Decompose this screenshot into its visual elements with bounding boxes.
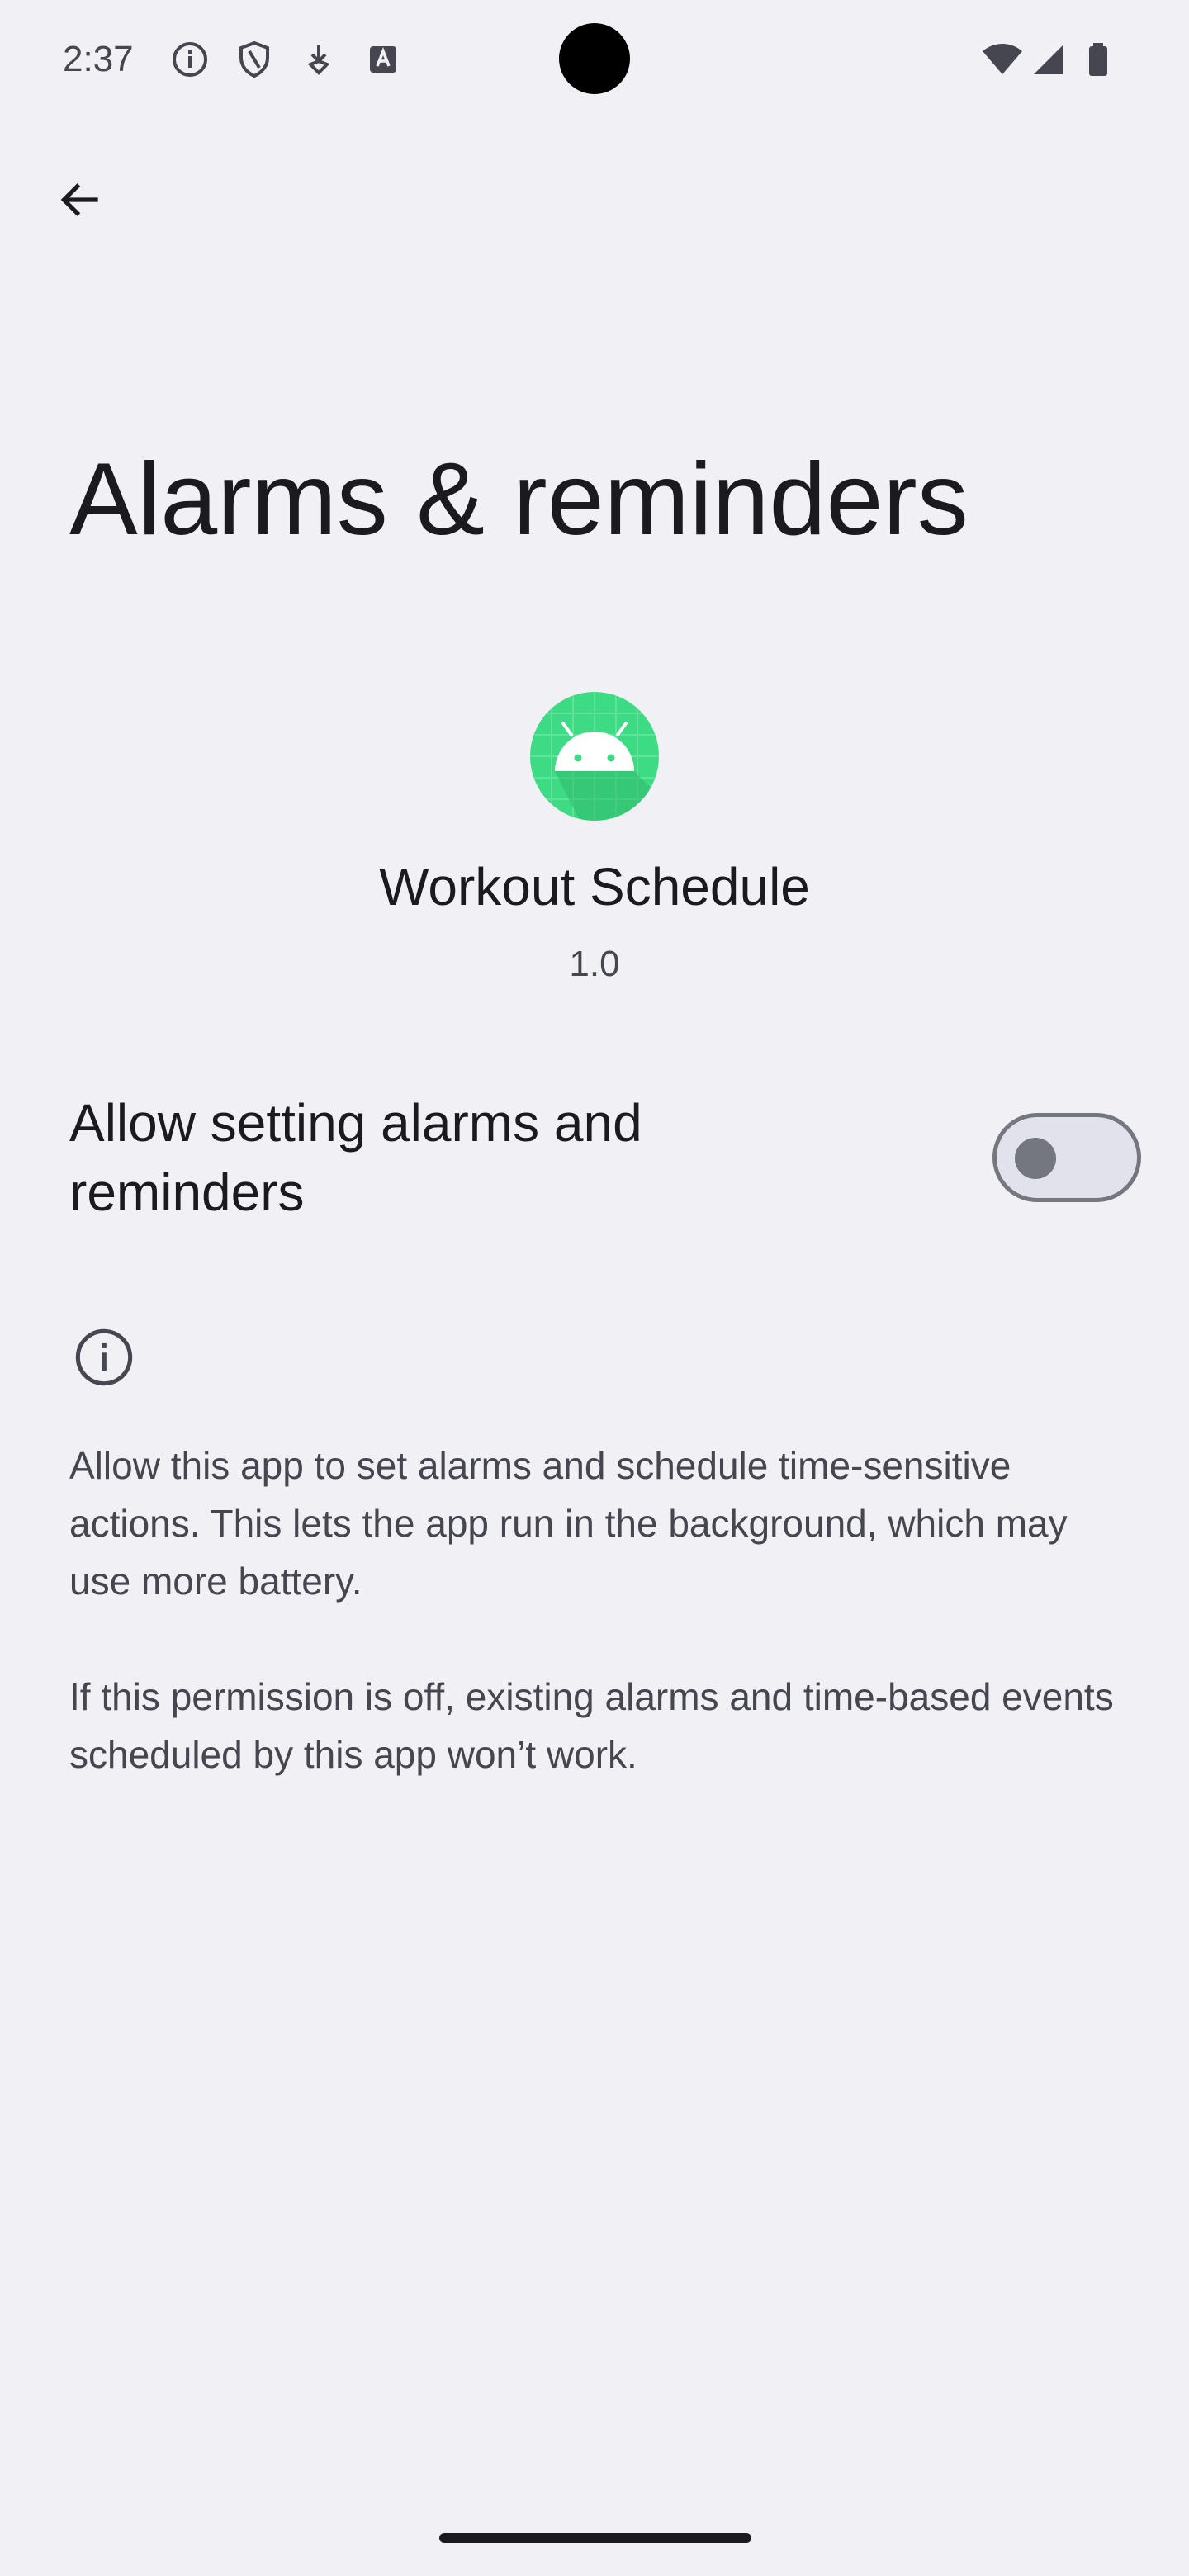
app-version: 1.0 xyxy=(569,944,620,984)
signal-icon xyxy=(1029,40,1068,79)
shield-icon xyxy=(234,40,274,79)
back-button[interactable] xyxy=(43,162,119,238)
permission-label: Allow setting alarms and reminders xyxy=(69,1093,642,1222)
wifi-icon xyxy=(981,40,1022,79)
android-icon xyxy=(530,692,659,821)
app-name: Workout Schedule xyxy=(379,857,810,916)
page-title: Alarms & reminders xyxy=(69,443,969,556)
info-paragraph-2: If this permission is off, existing alar… xyxy=(69,1675,1114,1776)
battery-icon xyxy=(1078,40,1118,79)
switch-thumb xyxy=(1015,1138,1056,1179)
status-time: 2:37 xyxy=(63,39,134,79)
home-indicator[interactable] xyxy=(439,2533,751,2543)
permission-toggle-row[interactable]: Allow setting alarms and reminders xyxy=(0,1073,1189,1238)
info-paragraph-1: Allow this app to set alarms and schedul… xyxy=(69,1444,1068,1603)
text-icon xyxy=(363,40,403,79)
permission-switch[interactable] xyxy=(992,1113,1141,1202)
camera-cutout xyxy=(559,23,630,94)
arrow-back-icon xyxy=(60,183,98,216)
download-icon xyxy=(299,40,339,79)
info-status-icon xyxy=(170,40,210,79)
info-icon xyxy=(73,1326,135,1389)
